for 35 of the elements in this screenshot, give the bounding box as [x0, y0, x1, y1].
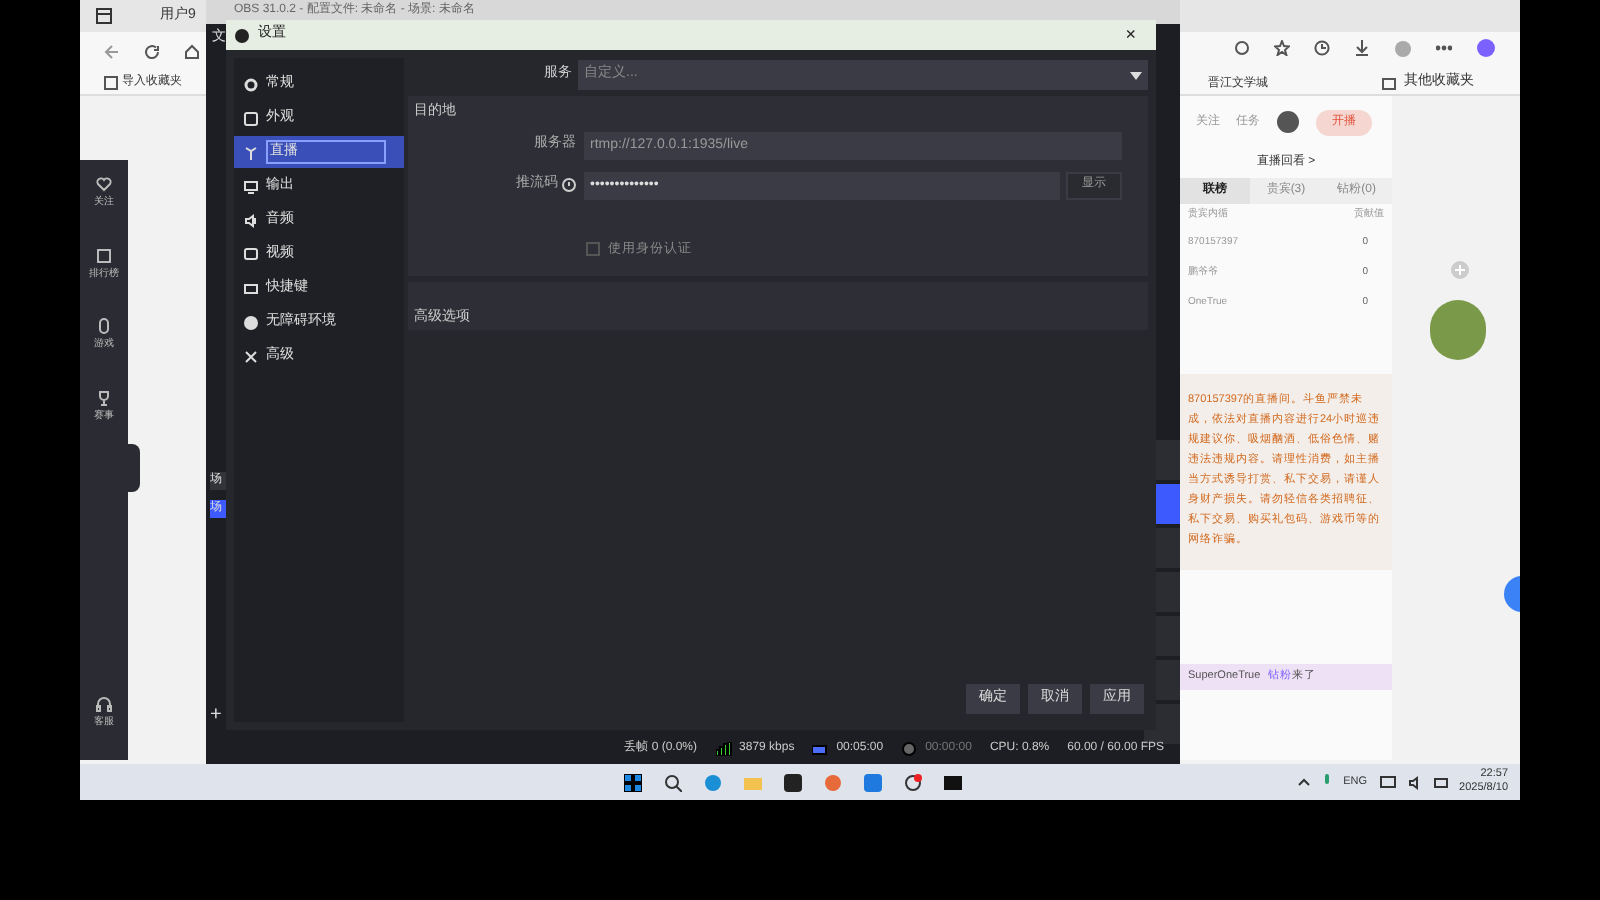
signal-icon	[715, 741, 732, 755]
gear-icon	[244, 77, 258, 91]
dropdown-arrow-icon	[1130, 71, 1142, 79]
antenna-icon	[244, 145, 258, 159]
headset-icon	[96, 696, 112, 712]
stream-icon	[812, 741, 829, 755]
checkbox[interactable]	[586, 241, 600, 256]
download-icon[interactable]	[1354, 40, 1370, 56]
add-button[interactable]: +	[210, 700, 222, 730]
window-icon	[96, 8, 112, 24]
monitor-icon	[244, 247, 258, 261]
more-icon[interactable]	[1436, 40, 1452, 56]
chevron-up-icon[interactable]	[1297, 778, 1310, 786]
record-icon	[901, 741, 918, 755]
close-button[interactable]: ×	[1125, 21, 1136, 49]
history-icon[interactable]	[1314, 40, 1330, 56]
recorder-icon[interactable]	[904, 773, 922, 791]
star-icon[interactable]	[1274, 40, 1290, 56]
app-logo-icon	[234, 27, 250, 43]
output-icon	[244, 179, 258, 193]
collapse-tab[interactable]	[1504, 576, 1520, 612]
heart-icon	[96, 176, 112, 192]
volume-icon[interactable]	[1407, 775, 1422, 789]
sidebar-toggle[interactable]	[128, 444, 140, 492]
tools-icon	[244, 349, 258, 363]
trophy-icon	[96, 389, 112, 405]
speaker-icon	[244, 213, 258, 227]
reload-icon[interactable]	[144, 44, 160, 60]
app-icon[interactable]	[784, 773, 802, 791]
sticker-placeholder	[1430, 300, 1486, 360]
search-icon[interactable]	[664, 773, 682, 791]
home-icon[interactable]	[184, 44, 200, 60]
start-icon[interactable]	[624, 773, 642, 791]
back-icon[interactable]	[104, 44, 120, 60]
app-icon[interactable]	[944, 773, 962, 791]
